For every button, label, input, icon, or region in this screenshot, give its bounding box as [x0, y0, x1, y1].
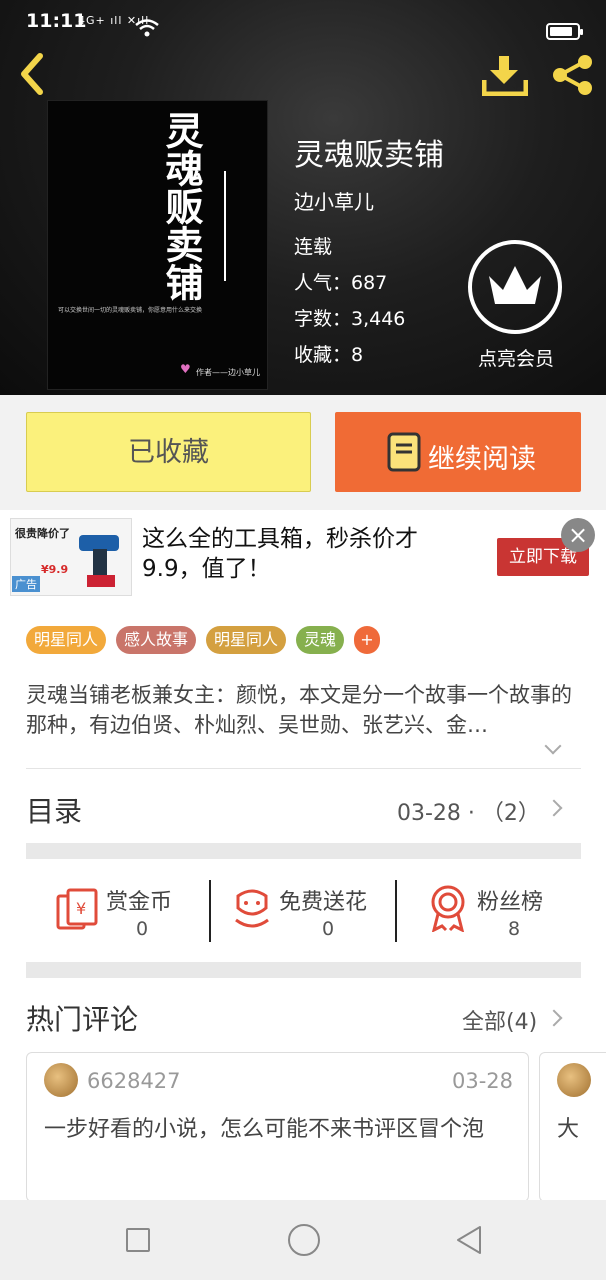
- stat-label[interactable]: 免费送花: [279, 884, 367, 916]
- book-title: 灵魂贩卖铺: [294, 138, 444, 173]
- battery-icon: [546, 23, 583, 40]
- comment-text: 一步好看的小说，怎么可能不来书评区冒个泡: [44, 1117, 485, 1142]
- book-header: 11:11 4G+ ıll ✕ıll 灵魂贩卖铺 可以交换世间一切的灵魂贩卖铺，…: [0, 0, 606, 395]
- catalog-title[interactable]: 目录: [26, 790, 82, 830]
- stat-value: 0: [136, 918, 149, 940]
- red-envelope-icon[interactable]: ¥: [54, 886, 100, 932]
- tag-item[interactable]: 明星同人: [26, 626, 107, 654]
- cover-author: 作者——边小草儿: [196, 368, 260, 377]
- avatar[interactable]: [44, 1063, 78, 1097]
- download-icon[interactable]: [482, 54, 528, 96]
- book-popularity: 人气：687: [294, 272, 388, 294]
- svg-text:¥: ¥: [76, 899, 86, 918]
- book-word-count: 字数：3,446: [294, 308, 406, 330]
- book-icon: [387, 432, 421, 472]
- cover-title: 灵魂贩卖铺: [159, 111, 204, 301]
- flower-icon[interactable]: [232, 886, 272, 932]
- stat-separator: [209, 880, 211, 942]
- back-nav-icon[interactable]: [454, 1224, 484, 1256]
- stat-label[interactable]: 粉丝榜: [477, 884, 543, 916]
- tag-item[interactable]: 灵魂: [296, 626, 345, 654]
- heart-icon: ♥: [180, 362, 191, 376]
- catalog-info[interactable]: 03-28 · （2）: [397, 795, 540, 827]
- vip-label: 点亮会员: [478, 348, 555, 370]
- back-icon[interactable]: [16, 52, 46, 96]
- cover-subtitle: 可以交换世间一切的灵魂贩卖铺，你愿意用什么来交换: [58, 307, 203, 314]
- divider: [26, 768, 581, 769]
- all-comments-link[interactable]: 全部(4): [462, 1004, 537, 1036]
- medal-icon[interactable]: [428, 884, 468, 932]
- section-separator: [26, 843, 581, 859]
- avatar[interactable]: [557, 1063, 591, 1097]
- cover-divider: [224, 171, 226, 281]
- ad-badge: 很贵降价了: [15, 527, 70, 540]
- book-synopsis: 灵魂当铺老板兼女主：颜悦，本文是分一个故事一个故事的那种，有边伯贤、朴灿烈、吴世…: [26, 683, 572, 737]
- ad-price: ¥9.9: [41, 563, 69, 576]
- book-cover[interactable]: 灵魂贩卖铺 可以交换世间一切的灵魂贩卖铺，你愿意用什么来交换 ♥ 作者——边小草…: [47, 100, 268, 390]
- add-tag-button[interactable]: +: [354, 626, 380, 654]
- ad-close-icon[interactable]: ×: [561, 518, 595, 552]
- stat-value: 8: [508, 918, 521, 940]
- recents-button[interactable]: [126, 1228, 150, 1252]
- collected-button[interactable]: 已收藏: [26, 412, 311, 492]
- continue-reading-label: 继续阅读: [428, 444, 536, 475]
- comment-card[interactable]: 6628427 03-28 一步好看的小说，怎么可能不来书评区冒个泡: [26, 1052, 529, 1202]
- hot-comments-title: 热门评论: [26, 1003, 139, 1036]
- status-bar: 11:11 4G+ ıll ✕ıll: [0, 0, 606, 44]
- ad-banner[interactable]: 很贵降价了 ¥9.9 广告 这么全的工具箱，秒杀价才9.9，值了！ 立即下载: [0, 510, 606, 602]
- section-separator: [26, 962, 581, 978]
- drill-icon: [79, 535, 119, 587]
- battery-fill: [550, 27, 572, 36]
- share-icon[interactable]: [550, 54, 596, 96]
- crown-icon: [489, 266, 541, 304]
- stat-separator: [395, 880, 397, 942]
- tag-item[interactable]: 感人故事: [116, 626, 197, 654]
- continue-reading-button[interactable]: 继续阅读: [335, 412, 581, 492]
- tag-item[interactable]: 明星同人: [206, 626, 287, 654]
- vip-button[interactable]: [468, 240, 562, 334]
- stat-value: 0: [322, 918, 335, 940]
- wifi-icon: [135, 19, 159, 37]
- stat-label[interactable]: 赏金币: [106, 884, 172, 916]
- book-status: 连载: [294, 236, 333, 258]
- comment-user[interactable]: 6628427: [87, 1069, 181, 1093]
- book-author[interactable]: 边小草儿: [294, 186, 374, 215]
- home-button[interactable]: [288, 1224, 320, 1256]
- ad-tag: 广告: [12, 576, 40, 592]
- comment-date: 03-28: [452, 1069, 514, 1093]
- ad-headline: 这么全的工具箱，秒杀价才9.9，值了！: [142, 526, 418, 582]
- comment-text: 大: [557, 1117, 580, 1142]
- book-favorites: 收藏：8: [294, 344, 364, 366]
- comment-card[interactable]: 大: [539, 1052, 606, 1202]
